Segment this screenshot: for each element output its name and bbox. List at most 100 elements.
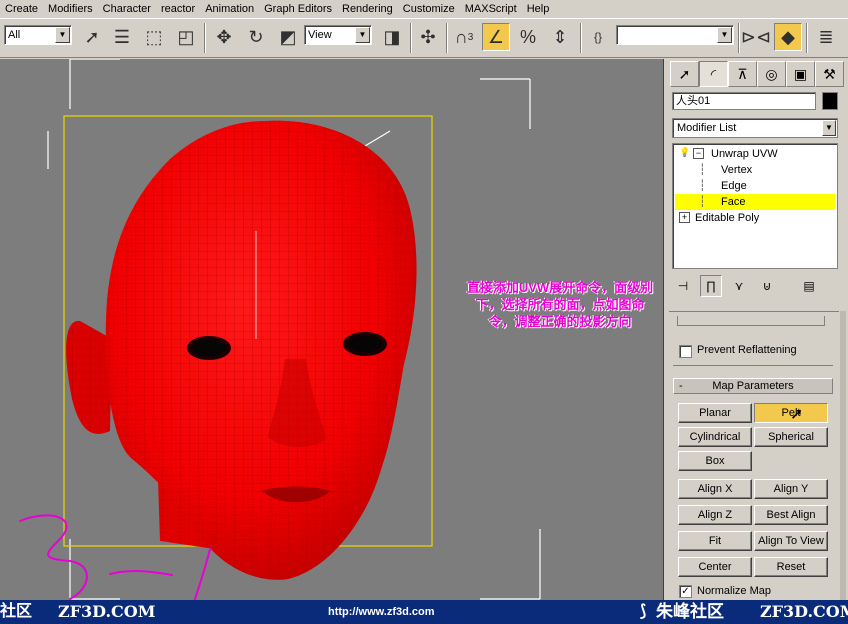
toolbar-separator [806, 23, 808, 53]
stack-item-label: Face [721, 196, 746, 208]
best-align-button[interactable]: Best Align [754, 505, 828, 525]
dropdown-arrow-icon: ▼ [55, 27, 70, 43]
menu-rendering[interactable]: Rendering [337, 0, 398, 18]
rollout-group-edge [677, 316, 825, 326]
reset-button[interactable]: Reset [754, 557, 828, 577]
spinner-snap-icon[interactable]: ⇕ [546, 23, 574, 51]
stack-item-face[interactable]: ┆ Face [675, 194, 835, 210]
spherical-button[interactable]: Spherical [754, 427, 828, 447]
bulb-icon[interactable]: 💡 [679, 148, 690, 159]
stack-item-vertex[interactable]: ┆ Vertex [675, 162, 835, 178]
window-crossing-icon[interactable]: ◰ [172, 23, 200, 51]
stack-item-label: Vertex [721, 164, 753, 176]
menu-character[interactable]: Character [98, 0, 156, 18]
selection-filter-dropdown[interactable]: All ▼ [4, 25, 72, 45]
map-parameters-rollout-header[interactable]: - Map Parameters [673, 378, 833, 394]
percent-snap-icon[interactable]: % [514, 23, 542, 51]
expand-icon[interactable]: + [679, 212, 690, 223]
toolbar-separator [410, 23, 412, 53]
ref-coord-dropdown[interactable]: View ▼ [304, 25, 372, 45]
pivot-icon[interactable]: ◨ [378, 23, 406, 51]
align-icon[interactable]: ◆ [774, 23, 802, 51]
snap-toggle-icon[interactable]: ∩ 3 [450, 23, 478, 51]
mouse-cursor-icon: ➚ [790, 406, 804, 423]
align-z-button[interactable]: Align Z [678, 505, 752, 525]
menu-customize[interactable]: Customize [398, 0, 460, 18]
fit-button[interactable]: Fit [678, 531, 752, 551]
ref-coord-value: View [308, 29, 332, 41]
configure-sets-icon[interactable]: ▤ [798, 275, 820, 297]
menu-help[interactable]: Help [522, 0, 555, 18]
menu-graph-editors[interactable]: Graph Editors [259, 0, 337, 18]
stack-toolbar: ⊣ ∏ ⋎ ⊍ ▤ [672, 273, 838, 299]
planar-button[interactable]: Planar [678, 403, 752, 423]
toolbar-separator [580, 23, 582, 53]
edit-named-sel-icon[interactable]: {} [584, 23, 612, 51]
rotate-icon[interactable]: ↻ [242, 23, 270, 51]
prevent-reflattening-label: Prevent Reflattening [697, 344, 797, 356]
layer-manager-icon[interactable]: ≣ [812, 23, 840, 51]
select-arrow-icon[interactable]: ➚ [78, 23, 106, 51]
normalize-map-label: Normalize Map [697, 585, 771, 597]
watermark-left-site: ZF3D.COM [58, 602, 156, 621]
toolbar-separator [446, 23, 448, 53]
move-icon[interactable]: ✥ [210, 23, 238, 51]
stack-item-label: Editable Poly [695, 212, 760, 224]
create-tab-icon[interactable]: ➚ [670, 61, 699, 87]
menu-animation[interactable]: Animation [200, 0, 259, 18]
motion-tab-icon[interactable]: ◎ [757, 61, 786, 87]
named-selection-dropdown[interactable]: ▼ [616, 25, 734, 45]
manipulate-icon[interactable]: ✣ [414, 23, 442, 51]
snap-label: 3 [467, 31, 474, 43]
stack-item-editable-poly[interactable]: + Editable Poly [675, 210, 835, 226]
cylindrical-button[interactable]: Cylindrical [678, 427, 752, 447]
collapse-icon[interactable]: − [693, 148, 704, 159]
stack-item-edge[interactable]: ┆ Edge [675, 178, 835, 194]
dropdown-arrow-icon: ▼ [822, 120, 836, 136]
mirror-icon[interactable]: ⊳⊲ [741, 23, 771, 51]
menu-reactor[interactable]: reactor [156, 0, 200, 18]
menu-create[interactable]: Create [0, 0, 43, 18]
pin-stack-icon[interactable]: ⊣ [672, 275, 694, 297]
dropdown-arrow-icon: ▼ [717, 27, 732, 43]
modifier-list-dropdown[interactable]: Modifier List ▼ [672, 118, 838, 138]
map-parameters-title: Map Parameters [712, 380, 794, 392]
angle-snap-icon[interactable]: ∠ [482, 23, 510, 51]
watermark-url: http://www.zf3d.com [328, 606, 435, 618]
menu-maxscript[interactable]: MAXScript [460, 0, 522, 18]
selection-filter-value: All [8, 29, 21, 41]
main-toolbar: All ▼ ➚ ☰ ⬚ ◰ ✥ ↻ ◩ View ▼ ◨ ✣ ∩ 3 ∠ % ⇕ … [0, 18, 848, 58]
make-unique-icon[interactable]: ⋎ [728, 275, 750, 297]
display-tab-icon[interactable]: ▣ [786, 61, 815, 87]
stack-item-unwrap-uvw[interactable]: 💡 − Unwrap UVW [675, 146, 835, 162]
perspective-viewport[interactable]: 直接添加UVW展开命令，面级别下，选择所有的面，点如图命令，调整正确的投影方向 [0, 59, 664, 600]
stack-item-label: Edge [721, 180, 747, 192]
object-name-field[interactable]: 人头01 [672, 92, 816, 110]
watermark-bar: 社区 ZF3D.COM http://www.zf3d.com ⟆ 朱峰社区 Z… [0, 600, 848, 624]
select-by-name-icon[interactable]: ☰ [108, 23, 136, 51]
modifier-stack: 💡 − Unwrap UVW ┆ Vertex ┆ Edge ┆ Face + … [672, 143, 838, 269]
toolbar-separator [738, 23, 740, 53]
align-y-button[interactable]: Align Y [754, 479, 828, 499]
box-button[interactable]: Box [678, 451, 752, 471]
rect-region-icon[interactable]: ⬚ [140, 23, 168, 51]
rollout-scrollbar[interactable] [840, 311, 846, 600]
center-button[interactable]: Center [678, 557, 752, 577]
parameters-rollout: Prevent Reflattening - Map Parameters Pl… [669, 311, 839, 600]
object-name-value: 人头01 [676, 95, 711, 107]
modifier-list-label: Modifier List [677, 122, 737, 134]
utilities-tab-icon[interactable]: ⚒ [815, 61, 844, 87]
object-color-swatch[interactable] [822, 92, 838, 110]
menu-modifiers[interactable]: Modifiers [43, 0, 98, 18]
normalize-map-checkbox[interactable]: ✓ [679, 585, 692, 598]
align-x-button[interactable]: Align X [678, 479, 752, 499]
watermark-logo-icon: ⟆ [640, 603, 647, 620]
scale-icon[interactable]: ◩ [274, 23, 302, 51]
remove-modifier-icon[interactable]: ⊍ [756, 275, 778, 297]
show-end-result-icon[interactable]: ∏ [700, 275, 722, 297]
hierarchy-tab-icon[interactable]: ⊼ [728, 61, 757, 87]
modify-tab-icon[interactable]: ◜ [699, 61, 728, 87]
align-to-view-button[interactable]: Align To View [754, 531, 828, 551]
instruction-annotation: 直接添加UVW展开命令，面级别下，选择所有的面，点如图命令，调整正确的投影方向 [466, 280, 654, 329]
prevent-reflattening-checkbox[interactable] [679, 345, 692, 358]
